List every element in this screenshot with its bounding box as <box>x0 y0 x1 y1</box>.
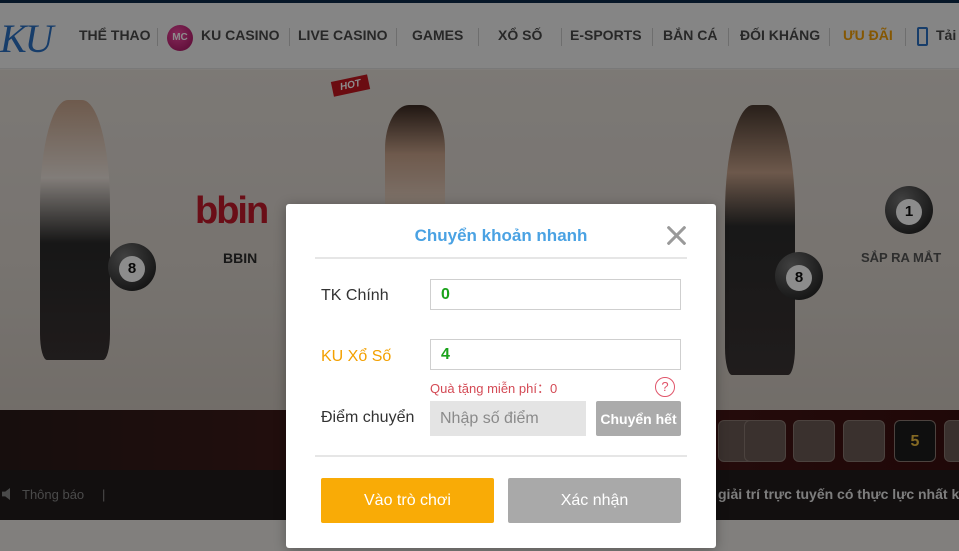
transfer-all-button[interactable]: Chuyển hết <box>596 401 681 436</box>
confirm-button[interactable]: Xác nhận <box>508 478 681 523</box>
main-account-balance: 0 <box>430 279 681 310</box>
help-icon[interactable]: ? <box>655 377 675 397</box>
main-account-label: TK Chính <box>321 287 389 304</box>
enter-game-button[interactable]: Vào trò chơi <box>321 478 494 523</box>
title-divider <box>315 257 687 259</box>
lottery-account-label: KU Xổ Số <box>321 348 392 365</box>
quick-transfer-modal: Chuyển khoản nhanh TK Chính 0 KU Xổ Số 4… <box>286 204 716 548</box>
free-gift-text: Quà tặng miễn phí：0 <box>430 381 558 396</box>
lottery-account-balance: 4 <box>430 339 681 370</box>
transfer-points-input[interactable] <box>430 401 586 436</box>
modal-title: Chuyển khoản nhanh <box>414 226 588 245</box>
close-icon[interactable] <box>665 224 687 246</box>
footer-divider <box>315 455 687 457</box>
transfer-points-label: Điểm chuyển <box>321 409 415 426</box>
